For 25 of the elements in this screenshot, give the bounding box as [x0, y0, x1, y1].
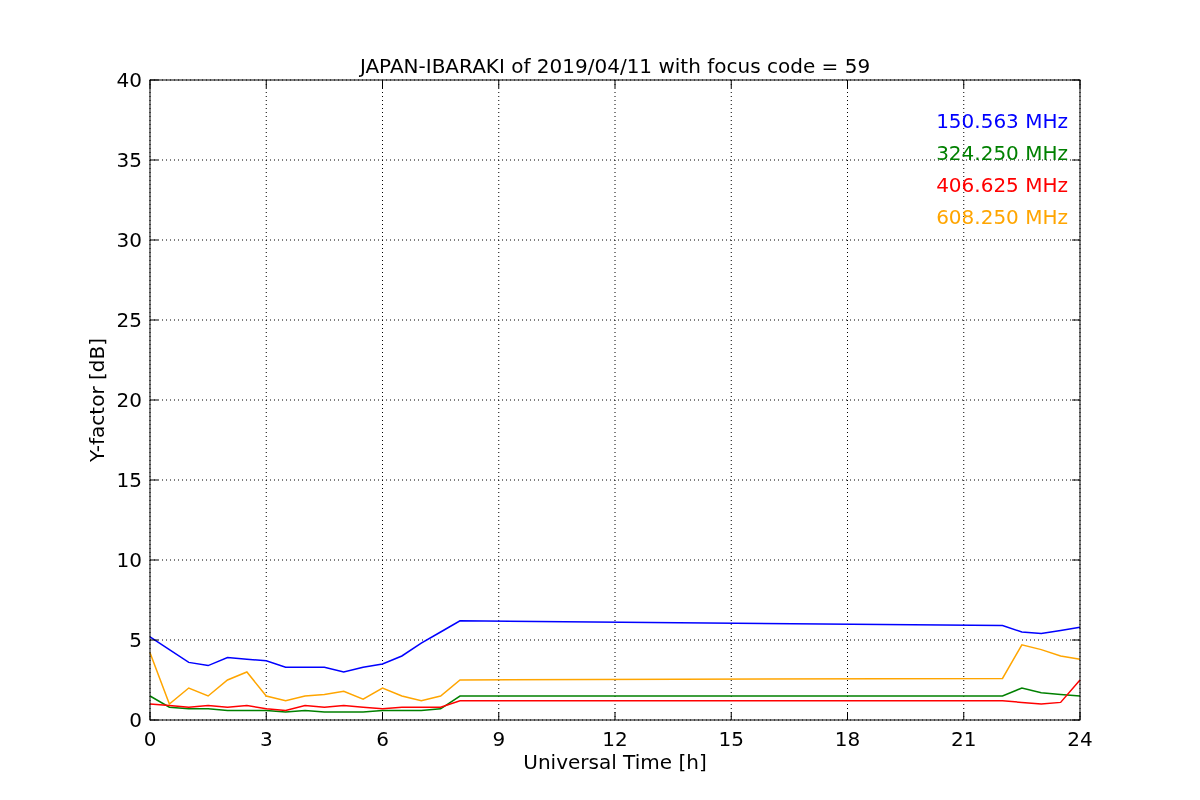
- legend-label: 608.250 MHz: [936, 205, 1068, 229]
- tick-label: 3: [259, 727, 273, 751]
- tick-label: 15: [718, 727, 744, 751]
- tick-label: 0: [143, 727, 157, 751]
- tick-label: 12: [602, 727, 628, 751]
- tick-label: 25: [116, 308, 142, 332]
- tick-label: 10: [116, 548, 142, 572]
- tick-label: 35: [116, 148, 142, 172]
- tick-label: 15: [116, 468, 142, 492]
- tick-label: 24: [1067, 727, 1093, 751]
- tick-label: 5: [129, 628, 142, 652]
- tick-label: 20: [116, 388, 142, 412]
- tick-label: 9: [492, 727, 506, 751]
- tick-label: 0: [129, 708, 142, 732]
- legend-label: 324.250 MHz: [936, 141, 1068, 165]
- tick-label: 21: [951, 727, 977, 751]
- legend-label: 406.625 MHz: [936, 173, 1068, 197]
- tick-label: 40: [116, 68, 142, 92]
- axis-label: Universal Time [h]: [523, 750, 707, 774]
- legend-label: 150.563 MHz: [936, 109, 1068, 133]
- tick-label: 30: [116, 228, 142, 252]
- tick-label: 18: [834, 727, 861, 751]
- axis-label: Y-factor [dB]: [85, 338, 109, 462]
- chart-title: JAPAN-IBARAKI of 2019/04/11 with focus code = 59: [359, 54, 871, 78]
- tick-label: 6: [376, 727, 389, 751]
